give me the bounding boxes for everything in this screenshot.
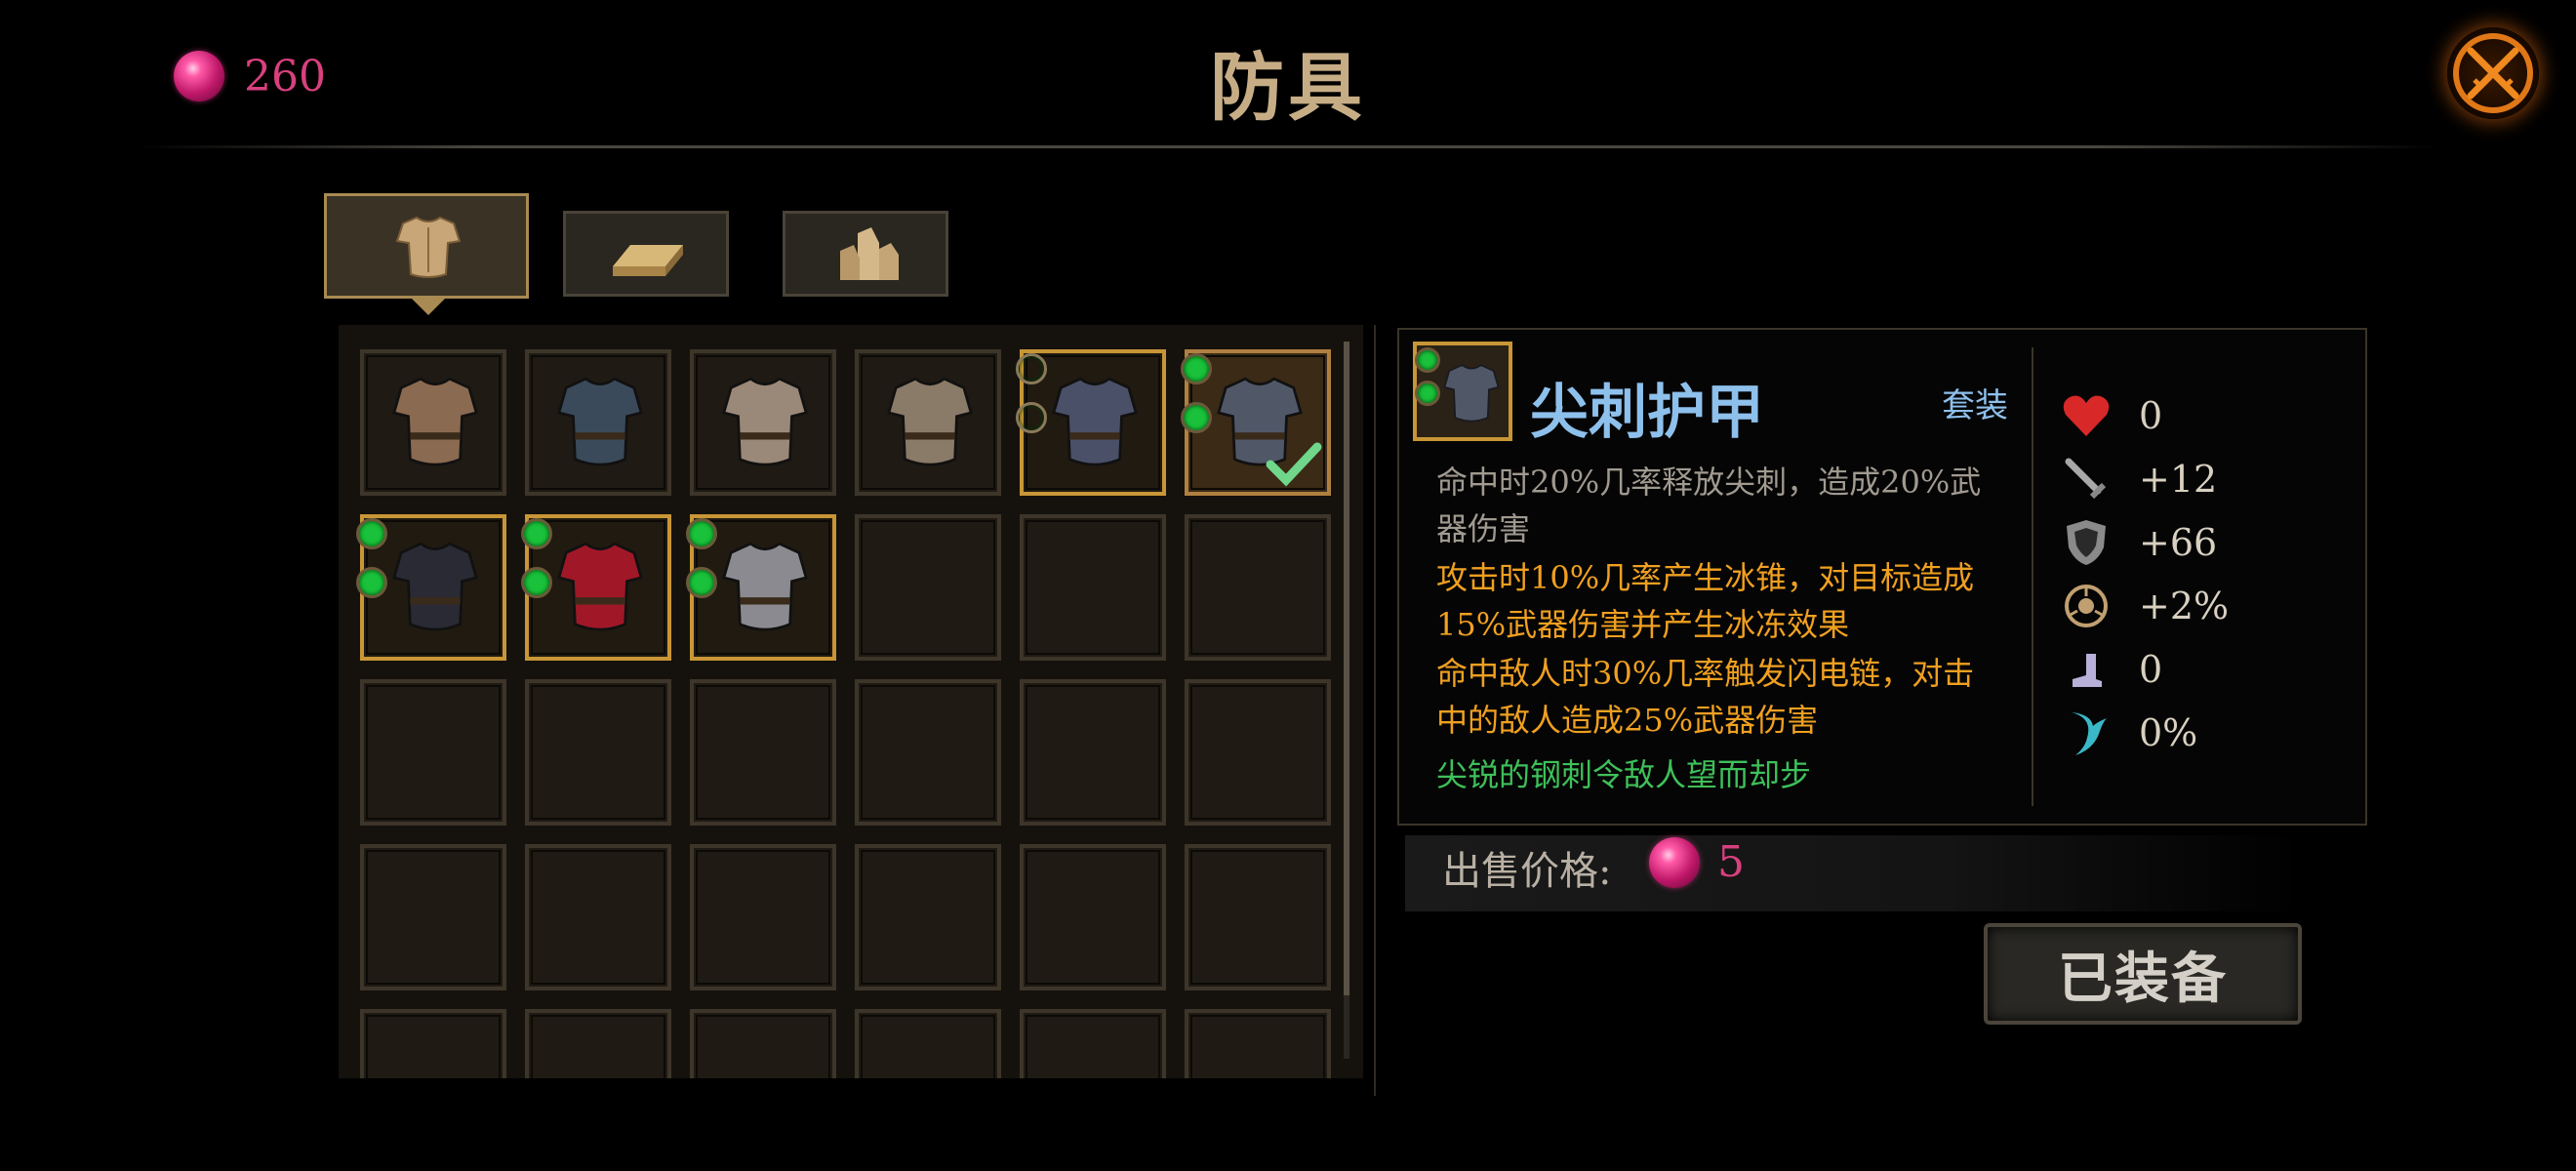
inventory-slot[interactable] (690, 844, 836, 990)
crit-icon (2061, 581, 2112, 631)
inventory-slot[interactable] (690, 349, 836, 496)
effect-lightning: 命中敌人时30%几率触发闪电链，对击中的敌人造成25%武器伤害 (1436, 655, 1975, 739)
stat-lifesteal-value: 0% (2139, 711, 2198, 754)
detail-divider (2032, 347, 2033, 806)
tab-crystals[interactable] (783, 211, 948, 297)
header-divider (137, 145, 2439, 148)
inventory-slot[interactable] (521, 514, 671, 661)
effect-base: 命中时20%几率释放尖刺，造成20%武器伤害 (1436, 464, 1982, 547)
equipped-check-icon (1266, 442, 1322, 487)
inventory-grid (339, 325, 1363, 1078)
inventory-slot[interactable] (360, 844, 506, 990)
stat-attack: +12 (2061, 452, 2217, 506)
equipped-button[interactable]: 已装备 (1984, 923, 2302, 1025)
inventory-slot[interactable] (690, 1009, 836, 1078)
close-button[interactable] (2447, 27, 2539, 119)
stat-lifesteal: 0% (2061, 706, 2197, 760)
armor-icon (395, 216, 462, 278)
inventory-slot[interactable] (1181, 349, 1331, 496)
stat-speed-value: 0 (2139, 648, 2163, 691)
gem-socket-icon (686, 518, 717, 549)
page-title: 防具 (1210, 44, 1366, 131)
inventory-slot[interactable] (855, 844, 1001, 990)
stat-health-value: 0 (2139, 394, 2163, 437)
stat-defense: +66 (2061, 515, 2217, 570)
effect-ice: 攻击时10%几率产生冰锥，对目标造成15%武器伤害并产生冰冻效果 (1436, 559, 1975, 643)
gem-socket-icon (1415, 381, 1440, 406)
gem-socket-icon (521, 567, 552, 598)
item-name: 尖刺护甲 (1530, 379, 1764, 447)
inventory-slot[interactable] (360, 679, 506, 826)
gem-icon (1649, 837, 1700, 888)
set-label: 套装 (1942, 386, 2008, 425)
inventory-slot[interactable] (690, 679, 836, 826)
armor-icon (392, 377, 478, 466)
inventory-slot[interactable] (1185, 1009, 1331, 1078)
inventory-slot[interactable] (360, 1009, 506, 1078)
panel-divider (1374, 325, 1376, 1096)
inventory-slot[interactable] (855, 349, 1001, 496)
stat-health: 0 (2061, 388, 2162, 443)
inventory-slot[interactable] (1185, 679, 1331, 826)
gem-socket-icon (686, 567, 717, 598)
stat-crit-value: +2% (2139, 585, 2230, 627)
inventory-slot[interactable] (525, 679, 671, 826)
gem-socket-icon (1016, 402, 1047, 433)
crossed-swords-close-icon (2453, 33, 2533, 113)
flavor-text: 尖锐的钢刺令敌人望而却步 (1436, 756, 1812, 793)
heart-icon (2061, 390, 2112, 441)
armor-icon (722, 542, 808, 631)
stat-defense-value: +66 (2139, 521, 2218, 564)
inventory-slot[interactable] (1020, 1009, 1166, 1078)
tab-active-indicator (411, 298, 446, 315)
gem-socket-icon (356, 567, 387, 598)
sell-price-value: 5 (1717, 837, 1745, 887)
gem-socket-icon (1181, 402, 1212, 433)
armor-icon (1443, 363, 1500, 423)
armor-icon (557, 377, 643, 466)
sell-price-label: 出售价格: (1442, 849, 1612, 894)
inventory-slot[interactable] (1185, 514, 1331, 661)
stat-crit: +2% (2061, 579, 2229, 633)
gem-socket-icon (1415, 347, 1440, 373)
inventory-slot[interactable] (525, 844, 671, 990)
boot-icon (2061, 644, 2112, 695)
claw-icon (2061, 707, 2112, 758)
armor-icon (887, 377, 973, 466)
gold-bar-icon (613, 245, 683, 276)
inventory-slot[interactable] (1185, 844, 1331, 990)
gem-socket-icon (1016, 353, 1047, 384)
tab-materials[interactable] (563, 211, 729, 297)
inventory-slot[interactable] (525, 349, 671, 496)
shield-icon (2061, 517, 2112, 568)
armor-icon (722, 377, 808, 466)
inventory-slot[interactable] (1020, 844, 1166, 990)
inventory-slot[interactable] (1016, 349, 1166, 496)
gem-socket-icon (356, 518, 387, 549)
stat-attack-value: +12 (2139, 458, 2218, 501)
inventory-slot[interactable] (356, 514, 506, 661)
scrollbar-thumb[interactable] (1344, 342, 1349, 995)
inventory-slot[interactable] (686, 514, 836, 661)
detail-item-thumbnail (1413, 342, 1512, 441)
armor-icon (392, 542, 478, 631)
armor-icon (557, 542, 643, 631)
gem-socket-icon (1181, 353, 1212, 384)
inventory-slot[interactable] (1020, 514, 1166, 661)
armor-icon (1052, 377, 1138, 466)
sword-icon (2061, 454, 2112, 505)
inventory-slot[interactable] (1020, 679, 1166, 826)
inventory-slot[interactable] (855, 679, 1001, 826)
stat-speed: 0 (2061, 642, 2162, 697)
inventory-slot[interactable] (525, 1009, 671, 1078)
gem-socket-icon (521, 518, 552, 549)
inventory-slot[interactable] (855, 1009, 1001, 1078)
inventory-slot[interactable] (360, 349, 506, 496)
tab-armor[interactable] (324, 193, 529, 315)
inventory-slot[interactable] (855, 514, 1001, 661)
crystal-icon (840, 227, 899, 280)
